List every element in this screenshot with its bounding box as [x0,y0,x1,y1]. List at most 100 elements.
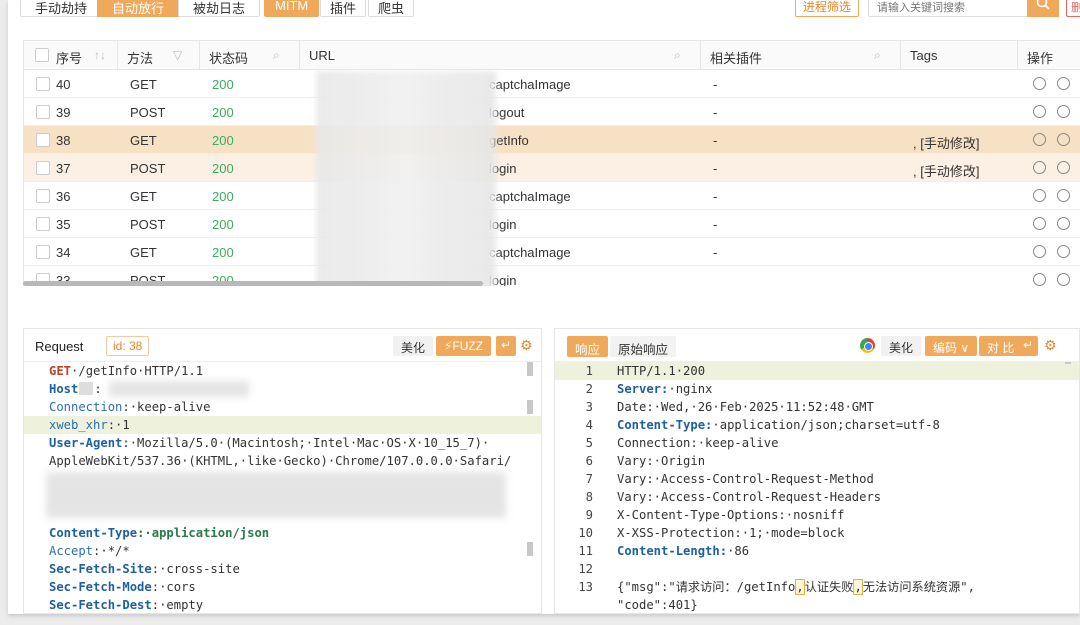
line-text: Vary:·Access-Control-Request-Method [617,472,874,486]
fuzz-button[interactable]: ⚡FUZZ [436,336,492,356]
table-row[interactable]: 35 POST 200 login - [24,210,1080,238]
col-seq[interactable]: 序号 ↑↓ [24,41,118,69]
more-actions-icon[interactable] [1057,161,1070,174]
table-row[interactable]: 34 GET 200 captchaImage - [24,238,1080,266]
top-toolbar: 手动劫持 自动放行 被劫日志 MITM 插件 爬虫 进程筛选 删 [8,0,1080,22]
table-row[interactable]: 39 POST 200 logout - [24,98,1080,126]
vertical-scrollbar-thumb[interactable] [527,542,533,556]
row-status: 200 [212,217,234,232]
filter-icon[interactable]: ▽ [173,48,182,62]
header-key: Sec-Fetch-Dest [49,598,152,612]
header-value: ·nginx [668,382,713,396]
row-checkbox[interactable] [36,217,50,231]
col-plugins[interactable]: 相关插件 ⌕ [701,41,901,69]
search-icon [1036,0,1050,10]
wrap-toggle-icon[interactable]: ↵ [1018,336,1038,356]
line-text: {"msg":"请求访问：/getInfo,认证失败,无法访问系统资源", [617,578,975,596]
open-in-browser-icon[interactable] [1033,217,1046,230]
response-line: 3 Date:·Wed,·26·Feb·2025·11:52:48·GMT [555,398,1079,416]
tab-response[interactable]: 响应 [567,336,609,357]
row-method: GET [130,77,157,92]
chrome-icon[interactable] [860,338,875,353]
more-actions-icon[interactable] [1057,189,1070,202]
col-tags-label: Tags [910,48,938,63]
more-actions-icon[interactable] [1057,217,1070,230]
tab-auto-release[interactable]: 自动放行 [97,0,180,17]
more-actions-icon[interactable] [1057,77,1070,90]
table-row[interactable]: 37 POST 200 login -, [手动修改] [24,154,1080,182]
crawler-button[interactable]: 爬虫 [368,0,415,17]
header-value: :·1 [107,418,130,432]
row-checkbox[interactable] [36,245,50,259]
table-row[interactable]: 38 GET 200 getInfo -, [手动修改] [24,126,1080,154]
table-row[interactable]: 36 GET 200 captchaImage - [24,182,1080,210]
tab-hijack-log[interactable]: 被劫日志 [178,0,261,17]
row-checkbox[interactable] [36,189,50,203]
col-status[interactable]: 状态码 ⌕ [200,41,300,69]
settings-gear-icon[interactable]: ⚙ [520,337,533,354]
vertical-scrollbar[interactable] [527,362,533,376]
response-editor[interactable]: 1 HTTP/1.1·200 2 Server:·nginx 3 Date:·Wed,·2… [555,362,1079,613]
tab-manual-hijack[interactable]: 手动劫持 [20,0,103,17]
settings-gear-icon[interactable]: ⚙ [1044,337,1057,354]
row-method: GET [130,245,157,260]
open-in-browser-icon[interactable] [1033,77,1046,90]
vertical-scrollbar-thumb[interactable] [527,400,533,414]
header-value: :·cors [151,580,196,594]
response-line: 13 {"msg":"请求访问：/getInfo,认证失败,无法访问系统资源", [555,578,1079,596]
horizontal-scrollbar[interactable] [23,281,483,286]
open-in-browser-icon[interactable] [1033,273,1046,286]
delete-button[interactable]: 删 [1066,0,1080,17]
select-all-checkbox[interactable] [35,48,49,62]
encode-dropdown[interactable]: 编码 ∨ [925,336,978,356]
open-in-browser-icon[interactable] [1033,245,1046,258]
col-url[interactable]: URL ⌕ [300,41,701,69]
beautify-button[interactable]: 美化 [881,336,922,356]
line-text: X-XSS-Protection:·1;·mode=block [617,526,845,540]
row-plugin: - [713,189,718,204]
col-url-label: URL [309,48,336,63]
plugin-button[interactable]: 插件 [320,0,367,17]
row-checkbox[interactable] [36,133,50,147]
col-tags[interactable]: Tags [901,41,1018,69]
header-line: Content-Type:·application/json [24,524,541,542]
header-key: Accept [49,544,94,558]
row-plugin: - [713,77,718,92]
header-key: Connection [49,400,123,414]
header-line: Host: [24,380,541,398]
open-in-browser-icon[interactable] [1033,133,1046,146]
line-number: 9 [585,508,593,522]
request-path: ·/getInfo·HTTP/1.1 [71,364,204,378]
vertical-scrollbar[interactable] [1065,362,1071,364]
search-icon[interactable]: ⌕ [674,48,681,63]
row-checkbox[interactable] [36,77,50,91]
open-in-browser-icon[interactable] [1033,161,1046,174]
open-in-browser-icon[interactable] [1033,189,1046,202]
beautify-button[interactable]: 美化 [393,336,434,356]
search-icon[interactable]: ⌕ [874,48,881,63]
tab-raw-response[interactable]: 原始响应 [610,336,677,357]
header-value: : [94,382,102,396]
more-actions-icon[interactable] [1057,245,1070,258]
search-input[interactable] [868,0,1028,17]
row-checkbox[interactable] [36,161,50,175]
more-actions-icon[interactable] [1057,273,1070,286]
compare-button[interactable]: 对 比 [979,336,1023,356]
row-checkbox[interactable] [36,105,50,119]
search-button[interactable] [1027,0,1059,17]
json-fragment: {"msg":"请求访问：/getInfo [617,580,796,594]
mitm-button[interactable]: MITM [264,0,320,17]
sort-icon[interactable]: ↑↓ [94,48,106,62]
search-icon[interactable]: ⌕ [273,48,280,63]
table-row[interactable]: 40 GET 200 captchaImage - [24,70,1080,98]
col-method[interactable]: 方法 ▽ [118,41,200,69]
row-plugin: - [713,245,718,260]
more-actions-icon[interactable] [1057,105,1070,118]
request-editor[interactable]: GET·/getInfo·HTTP/1.1 Host: Connection:·… [24,362,541,613]
more-actions-icon[interactable] [1057,133,1070,146]
process-filter-button[interactable]: 进程筛选 [795,0,859,17]
open-in-browser-icon[interactable] [1033,105,1046,118]
wrap-toggle-icon[interactable]: ↵ [496,336,516,356]
row-method: POST [130,217,166,232]
row-plugin: - [713,161,718,176]
